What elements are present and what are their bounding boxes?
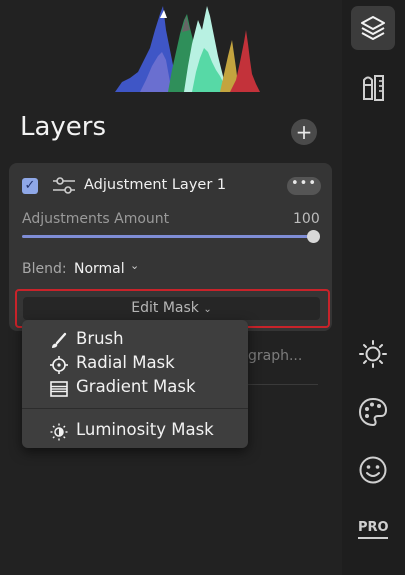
mask-dropdown-menu: Brush Radial Mask Gradient Mask Luminosi… xyxy=(22,320,248,448)
edit-mask-button[interactable]: Edit Mask ⌄ xyxy=(23,297,320,320)
menu-divider xyxy=(22,408,248,409)
radial-mask-icon xyxy=(50,356,68,374)
menu-item-label: Brush xyxy=(76,329,124,348)
edit-mask-label: Edit Mask xyxy=(131,300,199,316)
pro-label: PRO xyxy=(358,520,389,535)
chevron-down-icon: ⌄ xyxy=(130,259,140,272)
portrait-tab[interactable] xyxy=(351,448,395,492)
amount-label: Adjustments Amount xyxy=(22,211,170,227)
menu-item-label: Gradient Mask xyxy=(76,377,196,396)
histogram xyxy=(115,6,260,92)
layers-panel: Layers + graph... ✓ Adjustment Layer 1 •… xyxy=(0,0,342,575)
menu-item-label: Luminosity Mask xyxy=(76,420,214,439)
sun-icon xyxy=(359,340,387,368)
page-title: Layers xyxy=(20,112,107,142)
add-layer-button[interactable]: + xyxy=(291,119,317,145)
layer-visibility-checkbox[interactable]: ✓ xyxy=(22,178,38,194)
adjustment-sliders-icon xyxy=(53,177,75,194)
chevron-down-icon: ⌄ xyxy=(203,304,212,315)
amount-value: 100 xyxy=(293,211,320,227)
layers-tab[interactable] xyxy=(351,6,395,50)
blend-label: Blend: xyxy=(22,261,67,277)
divider xyxy=(248,384,318,385)
amount-slider-track[interactable] xyxy=(22,235,318,238)
tools-tab[interactable] xyxy=(351,66,395,110)
right-toolbar: PRO xyxy=(342,0,405,575)
layers-icon xyxy=(361,16,385,40)
layer-name: Adjustment Layer 1 xyxy=(84,177,227,193)
palette-icon xyxy=(358,397,388,427)
layer-options-button[interactable]: ••• xyxy=(287,177,321,195)
adjustment-layer-card[interactable]: ✓ Adjustment Layer 1 ••• Adjustments Amo… xyxy=(9,163,332,331)
blend-mode-dropdown[interactable]: Normal xyxy=(74,261,125,277)
tools-icon xyxy=(363,75,384,101)
pro-tab[interactable]: PRO xyxy=(351,506,395,550)
pro-badge-icon: PRO xyxy=(358,520,389,539)
brush-icon xyxy=(52,332,67,348)
background-layer-name: graph... xyxy=(248,348,303,364)
luminosity-mask-icon xyxy=(50,423,68,441)
menu-item-label: Radial Mask xyxy=(76,353,175,372)
smiley-face-icon xyxy=(359,456,387,484)
color-tab[interactable] xyxy=(351,390,395,434)
light-tab[interactable] xyxy=(351,332,395,376)
amount-slider-thumb[interactable] xyxy=(307,230,320,243)
gradient-mask-icon xyxy=(50,381,68,397)
